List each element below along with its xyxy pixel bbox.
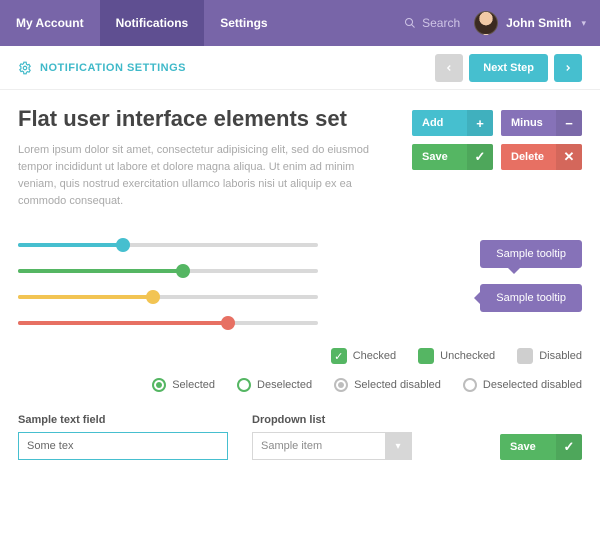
save-button[interactable]: Save✓ — [412, 144, 493, 170]
search-icon — [404, 17, 416, 29]
description: Lorem ipsum dolor sit amet, consectetur … — [18, 142, 390, 210]
page-strip: NOTIFICATION SETTINGS Next Step — [0, 46, 600, 90]
close-icon: ✕ — [556, 144, 582, 170]
nav-my-account[interactable]: My Account — [0, 0, 100, 46]
form-save-button[interactable]: Save✓ — [500, 434, 582, 460]
add-button[interactable]: Add+ — [412, 110, 493, 136]
strip-title: NOTIFICATION SETTINGS — [18, 61, 186, 75]
checkbox-row: ✓Checked Unchecked Disabled — [18, 348, 582, 364]
dropdown[interactable]: Sample item ▾ — [252, 432, 412, 460]
radio-selected-disabled: Selected disabled — [334, 378, 441, 392]
chevron-down-icon: ▾ — [385, 433, 411, 459]
prev-step-button[interactable] — [435, 54, 463, 82]
delete-button[interactable]: Delete✕ — [501, 144, 582, 170]
page-title: Flat user interface elements set — [18, 106, 390, 132]
chevron-right-icon — [563, 63, 573, 73]
minus-button[interactable]: Minus− — [501, 110, 582, 136]
search-label: Search — [422, 16, 460, 30]
tooltip-sample-1: Sample tooltip — [480, 240, 582, 268]
check-icon: ✓ — [467, 144, 493, 170]
nav-notifications[interactable]: Notifications — [100, 0, 205, 46]
top-nav: My Account Notifications Settings Search… — [0, 0, 600, 46]
plus-icon: + — [467, 110, 493, 136]
dropdown-value: Sample item — [261, 440, 322, 452]
radio-selected[interactable]: Selected — [152, 378, 215, 392]
next-step-button[interactable]: Next Step — [469, 54, 548, 82]
user-menu[interactable]: John Smith ▾ — [474, 11, 600, 35]
search-box[interactable]: Search — [404, 16, 474, 30]
checkbox-unchecked[interactable]: Unchecked — [418, 348, 495, 364]
slider-0[interactable] — [18, 240, 318, 250]
checkbox-disabled-icon — [517, 348, 533, 364]
slider-3[interactable] — [18, 318, 318, 328]
next-step-arrow[interactable] — [554, 54, 582, 82]
chevron-down-icon: ▾ — [581, 18, 586, 29]
radio-row: Selected Deselected Selected disabled De… — [18, 378, 582, 392]
gear-icon — [18, 61, 32, 75]
check-icon: ✓ — [331, 348, 347, 364]
check-icon: ✓ — [556, 434, 582, 460]
dropdown-label: Dropdown list — [252, 414, 412, 426]
checkbox-empty-icon — [418, 348, 434, 364]
slider-1[interactable] — [18, 266, 318, 276]
sample-text-input[interactable] — [18, 432, 228, 460]
slider-2[interactable] — [18, 292, 318, 302]
minus-icon: − — [556, 110, 582, 136]
checkbox-checked[interactable]: ✓Checked — [331, 348, 396, 364]
radio-deselected[interactable]: Deselected — [237, 378, 312, 392]
form-row: Sample text field Dropdown list Sample i… — [18, 414, 582, 460]
sliders — [18, 236, 318, 328]
radio-deselected-disabled: Deselected disabled — [463, 378, 582, 392]
tooltips: Sample tooltip Sample tooltip — [348, 236, 582, 328]
checkbox-disabled: Disabled — [517, 348, 582, 364]
user-name: John Smith — [506, 16, 571, 30]
action-buttons: Add+ Minus− Save✓ Delete✕ — [412, 110, 582, 210]
chevron-left-icon — [444, 63, 454, 73]
nav-settings[interactable]: Settings — [204, 0, 283, 46]
tooltip-sample-2: Sample tooltip — [480, 284, 582, 312]
avatar — [474, 11, 498, 35]
text-field-label: Sample text field — [18, 414, 228, 426]
